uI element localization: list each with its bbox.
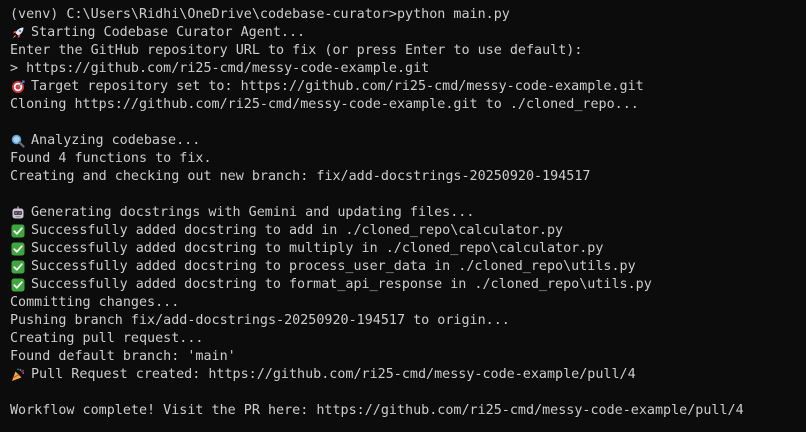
status-line: Target repository set to: https://github… <box>10 78 806 96</box>
success-text: Successfully added docstring to add in .… <box>31 223 564 238</box>
input-text: > https://github.com/ri25-cmd/messy-code… <box>10 61 430 76</box>
success-text: Successfully added docstring to multiply… <box>31 241 604 256</box>
prompt-text: Enter the GitHub repository URL to fix (… <box>10 43 583 58</box>
output-text: Creating and checking out new branch: fi… <box>10 169 591 184</box>
party-popper-icon <box>10 368 25 382</box>
input-line: > https://github.com/ri25-cmd/messy-code… <box>10 60 806 78</box>
terminal-window[interactable]: (venv) C:\Users\Ridhi\OneDrive\codebase-… <box>0 0 806 432</box>
check-icon <box>10 224 25 238</box>
check-icon <box>10 278 25 292</box>
output-line: Creating pull request... <box>10 330 806 348</box>
target-icon <box>10 80 25 94</box>
output-text: Pushing branch fix/add-docstrings-202509… <box>10 313 510 328</box>
output-text: Workflow complete! Visit the PR here: ht… <box>10 403 744 418</box>
output-line: Creating and checking out new branch: fi… <box>10 168 806 186</box>
output-text: Found 4 functions to fix. <box>10 151 212 166</box>
output-line: Found default branch: 'main' <box>10 348 806 366</box>
output-text: Committing changes... <box>10 295 180 310</box>
robot-icon <box>10 206 25 220</box>
magnifier-icon <box>10 134 25 148</box>
output-line: Workflow complete! Visit the PR here: ht… <box>10 402 806 420</box>
status-line: Analyzing codebase... <box>10 132 806 150</box>
check-icon <box>10 242 25 256</box>
prompt-line: Enter the GitHub repository URL to fix (… <box>10 42 806 60</box>
output-line: Found 4 functions to fix. <box>10 150 806 168</box>
rocket-icon <box>10 26 25 40</box>
output-text: Cloning https://github.com/ri25-cmd/mess… <box>10 97 639 112</box>
status-text: Analyzing codebase... <box>31 133 201 148</box>
command-prompt-line: (venv) C:\Users\Ridhi\OneDrive\codebase-… <box>10 6 806 24</box>
status-line: Pull Request created: https://github.com… <box>10 366 806 384</box>
success-line: Successfully added docstring to format_a… <box>10 276 806 294</box>
success-text: Successfully added docstring to format_a… <box>31 277 652 292</box>
command-text: (venv) C:\Users\Ridhi\OneDrive\codebase-… <box>10 7 510 22</box>
status-line: Generating docstrings with Gemini and up… <box>10 204 806 222</box>
success-line: Successfully added docstring to multiply… <box>10 240 806 258</box>
success-text: Successfully added docstring to process_… <box>31 259 636 274</box>
status-text: Target repository set to: https://github… <box>31 79 644 94</box>
output-line: Pushing branch fix/add-docstrings-202509… <box>10 312 806 330</box>
success-line: Successfully added docstring to process_… <box>10 258 806 276</box>
status-line: Starting Codebase Curator Agent... <box>10 24 806 42</box>
output-text: Found default branch: 'main' <box>10 349 236 364</box>
output-line: Cloning https://github.com/ri25-cmd/mess… <box>10 96 806 114</box>
status-text: Generating docstrings with Gemini and up… <box>31 205 475 220</box>
output-line: Committing changes... <box>10 294 806 312</box>
success-line: Successfully added docstring to add in .… <box>10 222 806 240</box>
check-icon <box>10 260 25 274</box>
output-text: Creating pull request... <box>10 331 204 346</box>
status-text: Pull Request created: https://github.com… <box>31 367 636 382</box>
status-text: Starting Codebase Curator Agent... <box>31 25 306 40</box>
